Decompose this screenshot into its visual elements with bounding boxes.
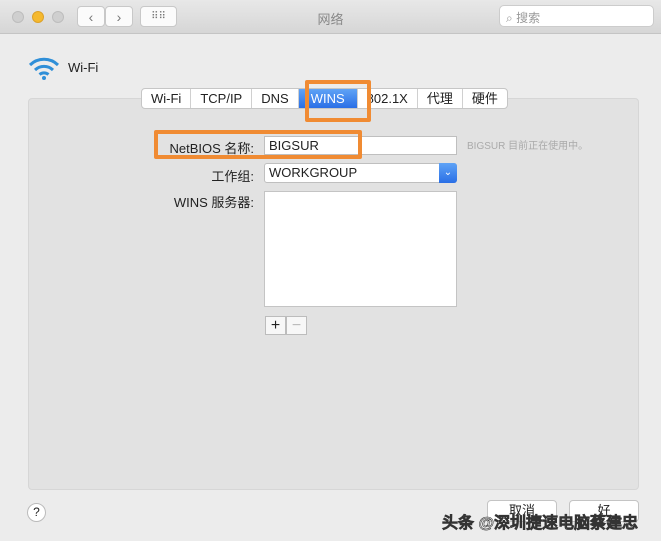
workgroup-label: 工作组:: [211, 169, 254, 184]
tab-proxy[interactable]: 代理: [418, 89, 463, 108]
workgroup-combobox[interactable]: WORKGROUP: [264, 163, 457, 183]
help-button[interactable]: ?: [27, 503, 46, 522]
chevron-down-icon[interactable]: ⌄: [439, 163, 457, 183]
wins-servers-label: WINS 服务器:: [173, 195, 254, 210]
add-server-button[interactable]: +: [265, 316, 286, 335]
netbios-status: BIGSUR 目前正在使用中。: [467, 141, 589, 152]
search-icon: ⌕: [506, 11, 517, 25]
tab-dns[interactable]: DNS: [252, 89, 299, 108]
search-input[interactable]: ⌕ 搜索: [499, 5, 654, 27]
wins-servers-list[interactable]: [264, 191, 457, 307]
watermark: 头条 @深圳捷速电脑蔡建忠: [442, 515, 639, 533]
workgroup-value: WORKGROUP: [269, 165, 358, 180]
service-name: Wi-Fi: [68, 60, 99, 75]
search-placeholder: 搜索: [516, 11, 541, 25]
highlight-box-netbios: [154, 130, 362, 159]
tab-hardware[interactable]: 硬件: [463, 89, 507, 108]
tab-wifi[interactable]: Wi-Fi: [142, 89, 192, 108]
highlight-box-wins: [305, 80, 371, 122]
remove-server-button[interactable]: −: [286, 316, 307, 335]
wifi-icon: [28, 57, 60, 80]
tab-tcpip[interactable]: TCP/IP: [191, 89, 253, 108]
